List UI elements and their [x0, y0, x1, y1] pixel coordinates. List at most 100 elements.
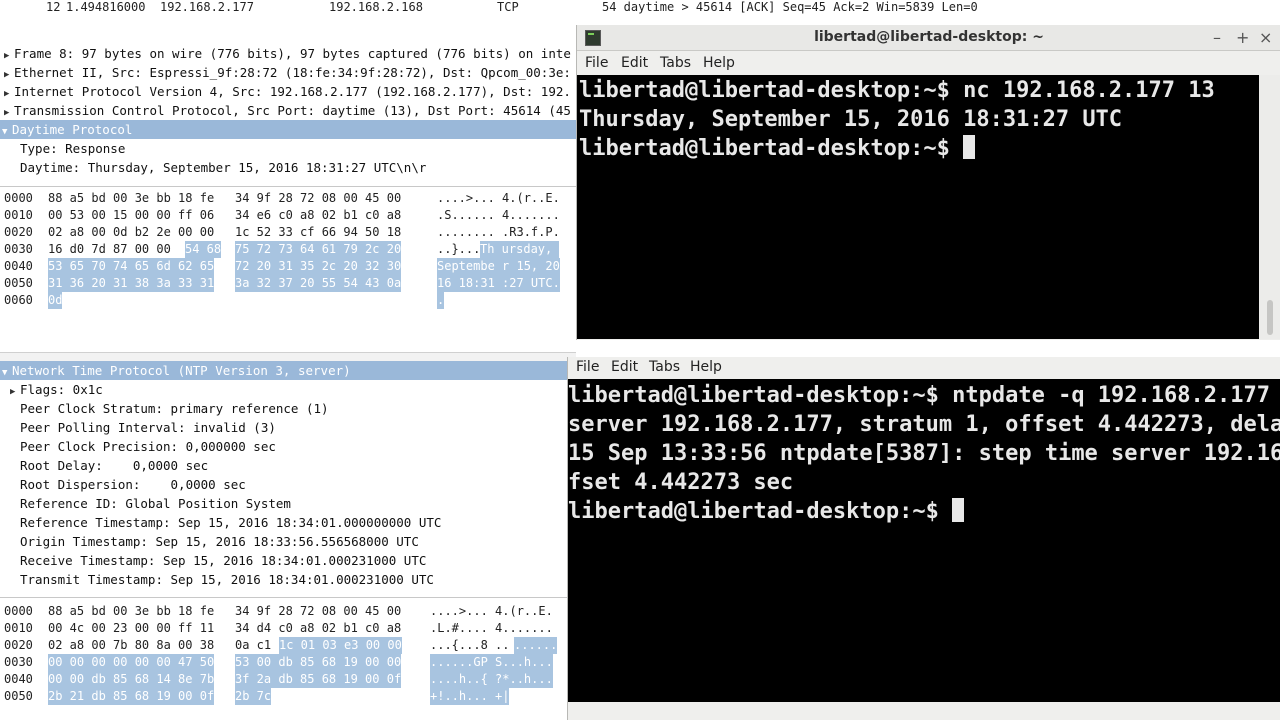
packet-protocol: TCP [497, 0, 519, 14]
expand-arrow-icon[interactable]: ▶ [10, 383, 20, 402]
tree-item-label: Flags: 0x1c [20, 382, 103, 397]
maximize-icon[interactable]: + [1236, 28, 1249, 47]
scrollbar[interactable] [1259, 75, 1280, 339]
top-packet-details-pane: ▶ Frame 8: 97 bytes on wire (776 bits), 9… [0, 44, 578, 184]
tree-item-label: Internet Protocol Version 4, Src: 192.16… [14, 84, 571, 99]
hex-offset: 0000 [4, 604, 33, 618]
terminal-prompt-line: libertad@libertad-desktop:~$ [568, 497, 965, 526]
hex-row: 0000 [4, 191, 33, 205]
daytime-value[interactable]: Daytime: Thursday, September 15, 2016 18… [20, 158, 426, 177]
cursor [963, 135, 976, 159]
hex-bytes: 16 d0 7d 87 00 00 [48, 242, 171, 256]
hex-ascii: ....>... 4.(r..E. [437, 191, 560, 205]
hex-bytes: 00 4c 00 23 00 00 ff 11 [48, 621, 215, 635]
terminal-line: fset 4.442273 sec [568, 470, 794, 495]
packet-info: 54 daytime > 45614 [ACK] Seq=45 Ack=2 Wi… [602, 0, 978, 14]
tree-item-label: Frame 8: 97 bytes on wire (776 bits), 97… [14, 46, 571, 61]
hex-offset: 0030 [4, 242, 33, 256]
packet-time: 1.494816000 [66, 0, 146, 14]
hex-ascii-highlighted: +!..h... +| [430, 688, 510, 705]
hex-bytes: 88 a5 bd 00 3e bb 18 fe [48, 604, 215, 618]
terminal-screen[interactable]: libertad@libertad-desktop:~$ nc 192.168.… [577, 75, 1259, 339]
ntp-field[interactable]: Origin Timestamp: Sep 15, 2016 18:33:56.… [20, 532, 419, 551]
title-bar[interactable]: libertad@libertad-desktop: ~ – + × [577, 25, 1280, 51]
tree-item-label: Transmission Control Protocol, Src Port:… [14, 103, 571, 118]
menu-help[interactable]: Help [703, 55, 735, 71]
packet-destination: 192.168.2.168 [329, 0, 423, 14]
hex-bytes: 00 53 00 15 00 00 ff 06 [48, 208, 215, 222]
hex-bytes-highlighted: 2b 21 db 85 68 19 00 0f [48, 688, 215, 705]
close-icon[interactable]: × [1259, 28, 1272, 47]
ntp-field[interactable]: Transmit Timestamp: Sep 15, 2016 18:34:0… [20, 570, 434, 589]
pane-divider[interactable] [0, 597, 568, 598]
menu-edit[interactable]: Edit [611, 359, 638, 375]
tree-item-label: Daytime Protocol [12, 122, 133, 137]
hex-bytes: 0a c1 [235, 638, 272, 652]
hex-ascii: .L.#.... 4....... [430, 621, 553, 635]
hex-offset: 0050 [4, 689, 33, 703]
menu-tabs[interactable]: Tabs [649, 359, 680, 375]
terminal-prompt-line: libertad@libertad-desktop:~$ [579, 134, 976, 163]
hex-ascii: ........ .R3.f.P. [437, 225, 560, 239]
menu-file[interactable]: File [576, 359, 599, 375]
tree-item-ethernet[interactable]: ▶ Ethernet II, Src: Espressi_9f:28:72 (18… [4, 63, 571, 82]
hex-bytes-highlighted: 00 00 db 85 68 14 8e 7b [48, 671, 215, 688]
terminal-screen[interactable]: libertad@libertad-desktop:~$ ntpdate -q … [568, 379, 1280, 702]
terminal-line: Thursday, September 15, 2016 18:31:27 UT… [579, 107, 1123, 132]
tree-item-label: Network Time Protocol (NTP Version 3, se… [12, 363, 351, 378]
hex-ascii-highlighted: Septembe r 15, 20 [437, 258, 560, 275]
packet-source: 192.168.2.177 [160, 0, 254, 14]
menu-file[interactable]: File [585, 55, 608, 71]
tree-item-ntp-selected[interactable]: ▼ Network Time Protocol (NTP Version 3, s… [0, 361, 568, 380]
hex-bytes-highlighted: 1c 01 03 e3 00 00 [279, 637, 402, 654]
hex-bytes-highlighted: 53 65 70 74 65 6d 62 65 [48, 258, 215, 275]
ntp-field[interactable]: Receive Timestamp: Sep 15, 2016 18:34:01… [20, 551, 426, 570]
ntp-field[interactable]: Peer Clock Stratum: primary reference (1… [20, 399, 329, 418]
collapse-arrow-icon[interactable]: ▼ [2, 123, 12, 142]
packet-list-row[interactable]: 12 1.494816000 192.168.2.177 192.168.2.1… [0, 0, 1280, 16]
daytime-type[interactable]: Type: Response [20, 139, 125, 158]
menu-edit[interactable]: Edit [621, 55, 648, 71]
ntp-field[interactable]: Reference Timestamp: Sep 15, 2016 18:34:… [20, 513, 441, 532]
hex-offset: 0040 [4, 259, 33, 273]
tree-item-tcp[interactable]: ▶ Transmission Control Protocol, Src Port… [4, 101, 571, 120]
hex-offset: 0020 [4, 225, 33, 239]
ntp-field[interactable]: Peer Clock Precision: 0,000000 sec [20, 437, 276, 456]
terminal-line: 15 Sep 13:33:56 ntpdate[5387]: step time… [568, 441, 1280, 466]
hex-ascii-highlighted: ....h..{ ?*..h... [430, 671, 553, 688]
pane-divider[interactable] [0, 186, 576, 187]
terminal-window-2: File Edit Tabs Help libertad@libertad-de… [567, 357, 1280, 720]
tree-item-ip[interactable]: ▶ Internet Protocol Version 4, Src: 192.1… [4, 82, 571, 101]
hex-bytes-highlighted: 31 36 20 31 38 3a 33 31 [48, 275, 215, 292]
hex-ascii: ....>... 4.(r..E. [430, 604, 553, 618]
ntp-field[interactable]: Root Dispersion: 0,0000 sec [20, 475, 246, 494]
hex-ascii-highlighted: Th ursday, [480, 241, 560, 258]
terminal-line: libertad@libertad-desktop:~$ nc 192.168.… [579, 78, 1215, 103]
hex-bytes-highlighted: 75 72 73 64 61 79 2c 20 [235, 241, 402, 258]
scroll-thumb[interactable] [1267, 300, 1273, 335]
ntp-flags[interactable]: ▶ Flags: 0x1c [10, 380, 103, 399]
hex-bytes: 34 9f 28 72 08 00 45 00 [235, 604, 402, 618]
menu-help[interactable]: Help [690, 359, 722, 375]
tree-item-frame[interactable]: ▶ Frame 8: 97 bytes on wire (776 bits), 9… [4, 44, 571, 63]
hex-ascii-highlighted: ......GP S...h... [430, 654, 553, 671]
tree-item-daytime-selected[interactable]: ▼ Daytime Protocol [0, 120, 578, 139]
hex-ascii: ..}... [437, 242, 481, 256]
top-hex-pane: 0000 88 a5 bd 00 3e bb 18 fe 34 9f 28 72… [0, 190, 576, 350]
hex-bytes: 34 d4 c0 a8 02 b1 c0 a8 [235, 621, 402, 635]
ntp-field[interactable]: Peer Polling Interval: invalid (3) [20, 418, 276, 437]
menu-tabs[interactable]: Tabs [660, 55, 691, 71]
packet-number: 12 [46, 0, 61, 14]
hex-bytes-highlighted: 72 20 31 35 2c 20 32 30 [235, 258, 402, 275]
hex-ascii: ...{...8 .. [430, 638, 510, 652]
hex-bytes: 02 a8 00 7b 80 8a 00 38 [48, 638, 215, 652]
minimize-icon[interactable]: – [1213, 28, 1221, 47]
ntp-field[interactable]: Reference ID: Global Position System [20, 494, 291, 513]
hex-bytes: 02 a8 00 0d b2 2e 00 00 [48, 225, 215, 239]
bottom-hex-pane: 0000 88 a5 bd 00 3e bb 18 fe 34 9f 28 72… [0, 603, 568, 713]
ntp-field[interactable]: Root Delay: 0,0000 sec [20, 456, 208, 475]
bottom-packet-details-pane: ▼ Network Time Protocol (NTP Version 3, s… [0, 361, 568, 591]
hex-bytes-highlighted: 54 68 [185, 241, 222, 258]
hex-bytes-highlighted: 3f 2a db 85 68 19 00 0f [235, 671, 402, 688]
tree-item-label: Ethernet II, Src: Espressi_9f:28:72 (18:… [14, 65, 571, 80]
